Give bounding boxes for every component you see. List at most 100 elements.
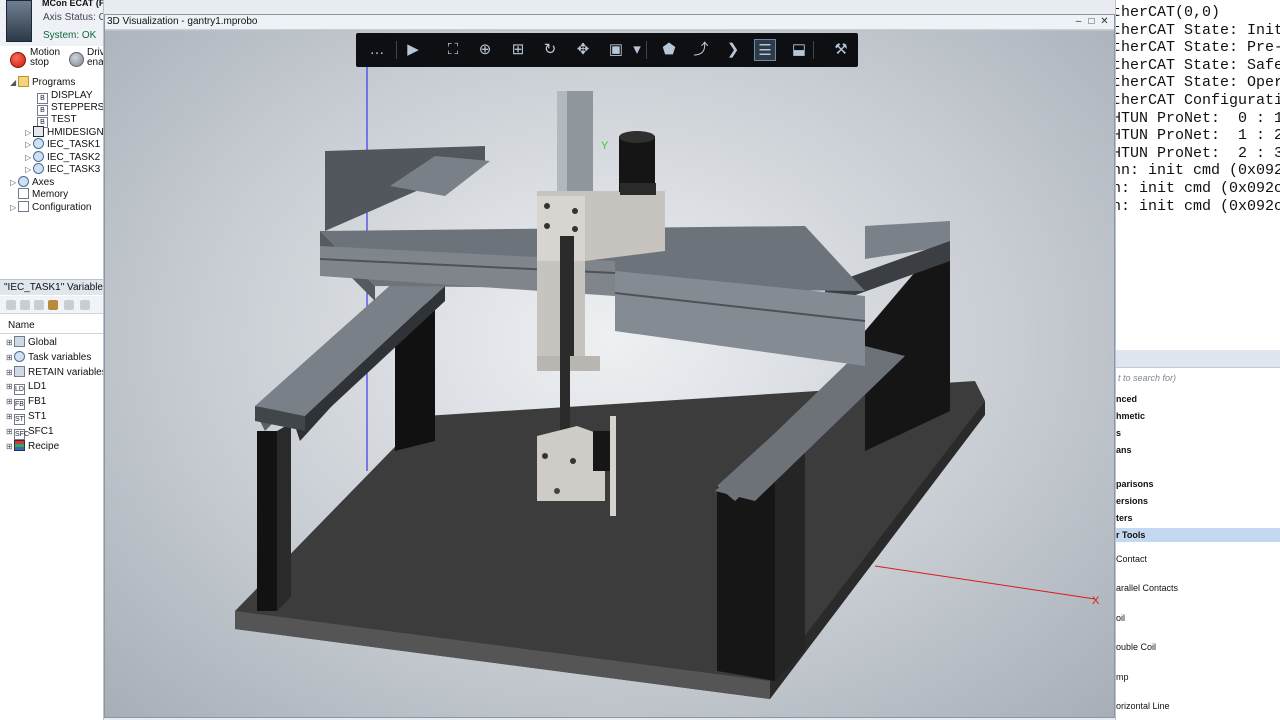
variable-group-label: FB1 xyxy=(28,396,47,407)
tree-item-memory[interactable]: Memory xyxy=(18,188,68,201)
tree-item-label: IEC_TASK3 xyxy=(47,164,101,175)
task-gear-icon xyxy=(33,163,44,174)
undo-icon[interactable] xyxy=(64,300,74,310)
variable-group-label: SFC1 xyxy=(28,426,54,437)
tree-item-label: Axes xyxy=(32,177,55,188)
gantry-3d-model[interactable]: Y X xyxy=(105,31,1114,717)
library-item[interactable]: ouble Coil xyxy=(1116,640,1156,654)
task-gear-icon xyxy=(33,138,44,149)
library-item[interactable]: s xyxy=(1116,426,1121,440)
dropdown-arrow-icon[interactable]: ▾ xyxy=(626,39,648,61)
tool-icon[interactable]: ⬓ xyxy=(788,39,810,61)
variable-group-sfc1[interactable]: ⊞ SFCSFC1 xyxy=(6,425,54,440)
library-item[interactable]: ans xyxy=(1116,443,1132,457)
variable-group-global[interactable]: ⊞ Global xyxy=(6,336,57,349)
rotate-icon[interactable]: ↻ xyxy=(539,39,561,61)
tree-item-programs[interactable]: ◢ Programs xyxy=(10,76,75,89)
tree-item-iec-task1[interactable]: ▷ IEC_TASK1 xyxy=(25,138,100,151)
pan-icon[interactable]: ✥ xyxy=(572,39,594,61)
library-item[interactable]: Contact xyxy=(1116,552,1147,566)
drive-enable-icon xyxy=(69,52,84,67)
device-header: MCon ECAT (F964) Axis Status: OK System:… xyxy=(0,0,103,46)
expander-icon[interactable]: ⊞ xyxy=(6,440,14,453)
axis-status: Axis Status: OK xyxy=(43,12,103,23)
maximize-icon[interactable]: □ xyxy=(1086,16,1097,27)
expander-icon[interactable]: ▷ xyxy=(25,138,33,151)
console-line: therCAT Configuration xyxy=(1115,92,1280,109)
library-item[interactable]: hmetic xyxy=(1116,409,1145,423)
axes-triad-icon[interactable]: ⤴ xyxy=(690,39,712,61)
tree-item-label: STEPPERS xyxy=(51,102,104,113)
expander-icon[interactable]: ⊞ xyxy=(6,425,14,438)
expander-icon[interactable]: ⊞ xyxy=(6,380,14,393)
3d-viewport[interactable]: Y X … ▶ ⛶ ⊕ ⊞ ↻ ✥ ▣ ▾ ⬟ ⤴ ❯ ☰ ⬓ ⚒ xyxy=(105,31,1114,717)
console-line: therCAT State: Operat xyxy=(1115,74,1280,92)
play-icon[interactable]: ▶ xyxy=(402,39,424,61)
variable-group-recipe[interactable]: ⊞ Recipe xyxy=(6,440,59,453)
tree-item-label: DISPLAY xyxy=(51,90,93,101)
redo-icon[interactable] xyxy=(80,300,90,310)
paste-icon[interactable] xyxy=(34,300,44,310)
close-icon[interactable]: ✕ xyxy=(1099,16,1110,27)
add-icon[interactable] xyxy=(6,300,16,310)
folder-icon[interactable] xyxy=(48,300,58,310)
library-item[interactable]: r Tools xyxy=(1116,528,1280,542)
controller-device-icon xyxy=(6,0,32,42)
library-item[interactable]: parisons xyxy=(1116,477,1154,491)
next-icon[interactable]: ❯ xyxy=(722,39,744,61)
memory-icon xyxy=(18,188,29,199)
expander-icon[interactable]: ▷ xyxy=(10,176,18,189)
more-icon[interactable]: … xyxy=(366,39,388,61)
library-item[interactable]: mp xyxy=(1116,670,1129,684)
tree-item-iec-task3[interactable]: ▷ IEC_TASK3 xyxy=(25,163,100,176)
library-item[interactable]: ters xyxy=(1116,511,1133,525)
expander-icon[interactable]: ⊞ xyxy=(6,351,14,364)
global-icon xyxy=(14,336,25,347)
variable-group-label: Recipe xyxy=(28,441,60,452)
column-header-name[interactable]: Name xyxy=(0,318,103,334)
variable-group-label: Global xyxy=(28,337,57,348)
expander-icon[interactable]: ⊞ xyxy=(6,410,14,423)
variable-group-st1[interactable]: ⊞ ST ST1 xyxy=(6,410,46,425)
console-line: therCAT(0,0) xyxy=(1115,4,1221,21)
expander-icon[interactable]: ◢ xyxy=(10,76,18,89)
library-item[interactable]: orizontal Line xyxy=(1116,699,1170,713)
library-item[interactable]: ersions xyxy=(1116,494,1148,508)
zoom-in-icon[interactable]: ⊕ xyxy=(474,39,496,61)
output-console[interactable]: therCAT(0,0)therCAT State: Init (therCAT… xyxy=(1115,0,1280,350)
copy-icon[interactable] xyxy=(20,300,30,310)
tree-item-configuration[interactable]: ▷ Configuration xyxy=(10,201,91,214)
console-line: HTUN ProNet: 2 : 3 xyxy=(1115,144,1280,162)
hmi-icon xyxy=(33,126,44,137)
visualization-toolbar: … ▶ ⛶ ⊕ ⊞ ↻ ✥ ▣ ▾ ⬟ ⤴ ❯ ☰ ⬓ ⚒ xyxy=(356,33,858,67)
motion-stop-button[interactable]: Motion stop xyxy=(8,48,68,70)
window-title: 3D Visualization - gantry1.mprobo xyxy=(107,16,258,27)
expander-icon[interactable]: ⊞ xyxy=(6,395,14,408)
library-item[interactable]: nced xyxy=(1116,392,1137,406)
layers-icon[interactable]: ☰ xyxy=(754,39,776,61)
library-item[interactable]: oil xyxy=(1116,611,1125,625)
expander-icon[interactable]: ⊞ xyxy=(6,366,14,379)
view-cube-icon[interactable]: ▣ xyxy=(605,39,627,61)
tree-item-test[interactable]: B TEST xyxy=(37,113,77,128)
expander-icon[interactable]: ▷ xyxy=(25,163,33,176)
settings-wrench-icon[interactable]: ⚒ xyxy=(830,39,852,61)
variable-group-task-variables[interactable]: ⊞ Task variables xyxy=(6,351,91,364)
window-titlebar[interactable]: 3D Visualization - gantry1.mprobo – □ ✕ xyxy=(105,15,1114,30)
expander-icon[interactable]: ▷ xyxy=(10,201,18,214)
variable-group-fb1[interactable]: ⊞ FB FB1 xyxy=(6,395,47,410)
drive-enable-button[interactable]: Drive enable xyxy=(68,48,103,70)
variable-group-retain-variables[interactable]: ⊞ RETAIN variables xyxy=(6,366,103,379)
configuration-icon xyxy=(18,201,29,212)
toolbar-separator xyxy=(646,41,647,59)
system-status: System: OK xyxy=(43,30,97,41)
expander-icon[interactable]: ⊞ xyxy=(6,336,14,349)
zoom-window-icon[interactable]: ⊞ xyxy=(507,39,529,61)
library-item[interactable]: arallel Contacts xyxy=(1116,581,1178,595)
minimize-icon[interactable]: – xyxy=(1073,16,1084,27)
variable-group-ld1[interactable]: ⊞ LD LD1 xyxy=(6,380,46,395)
shape-icon[interactable]: ⬟ xyxy=(658,39,680,61)
library-search[interactable]: t to search for) xyxy=(1118,373,1176,383)
variable-group-label: Task variables xyxy=(28,352,92,363)
fit-view-icon[interactable]: ⛶ xyxy=(442,39,464,61)
